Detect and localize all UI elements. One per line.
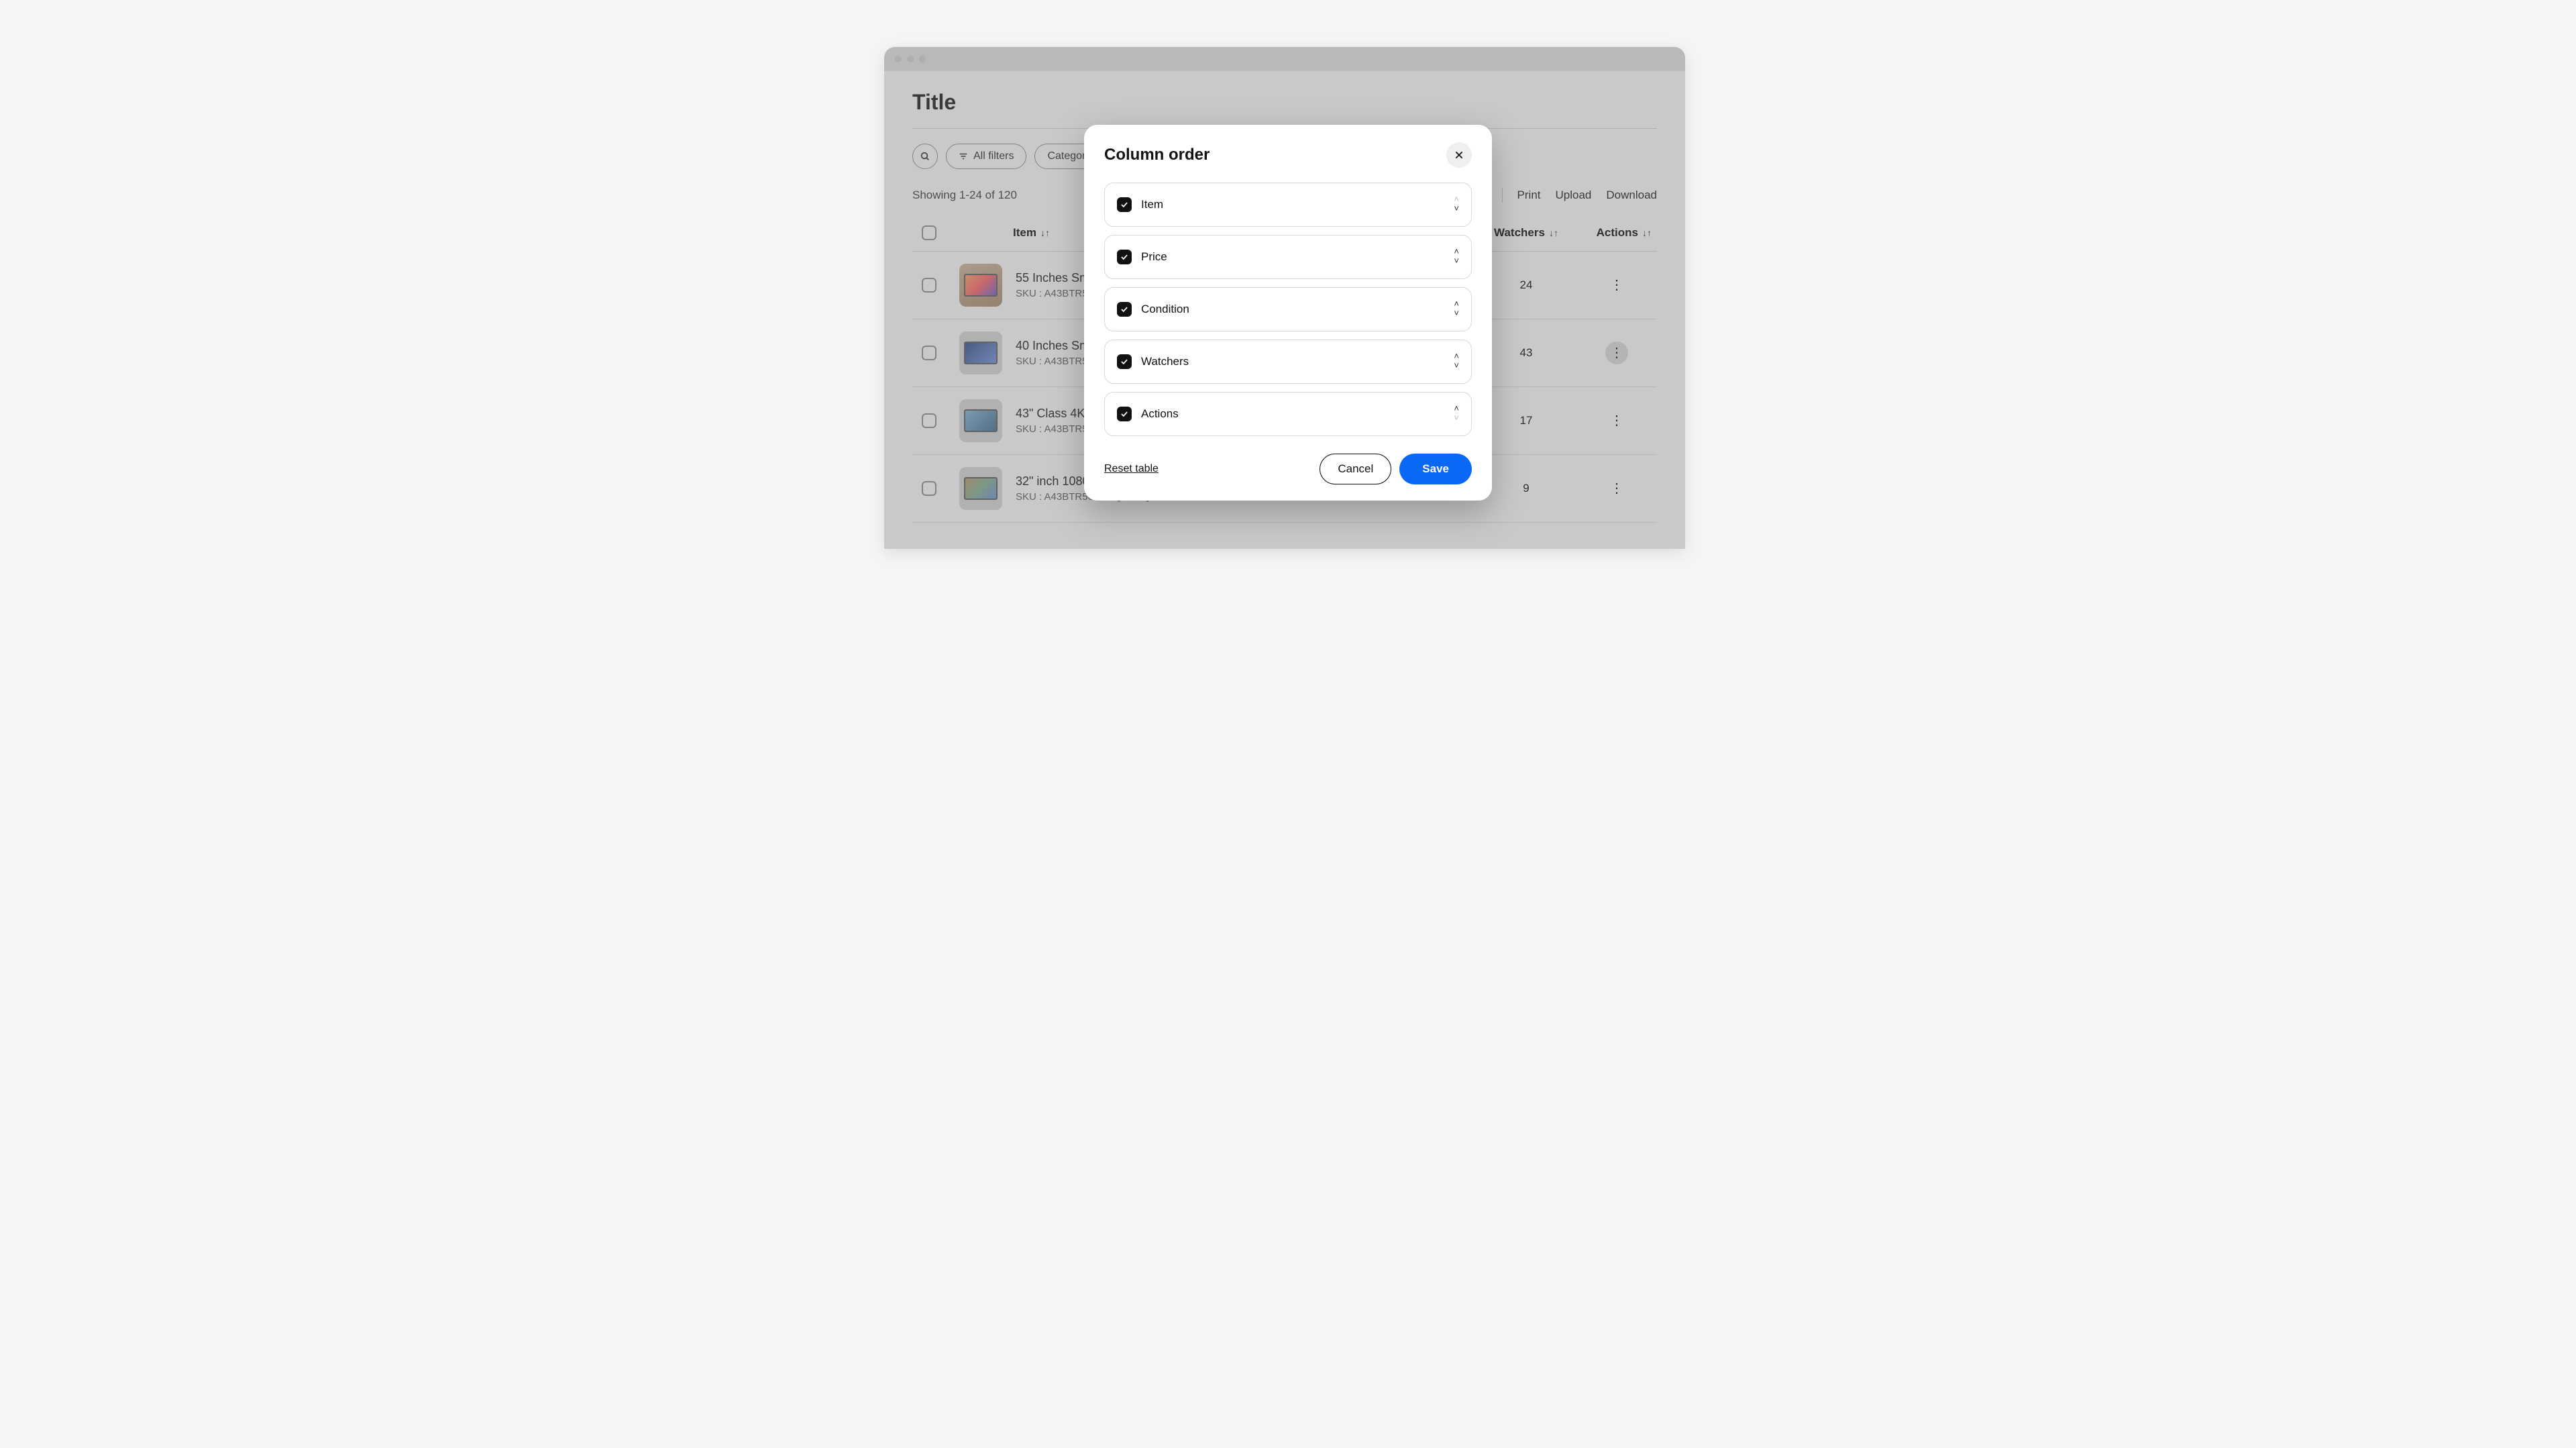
column-order-modal: Column order Item ˄ ˅ Price ˄ ˅ Conditio… [1084,125,1492,501]
modal-title: Column order [1104,146,1210,164]
check-icon [1120,409,1129,419]
column-checkbox[interactable] [1117,302,1132,317]
reset-table-link[interactable]: Reset table [1104,463,1159,475]
check-icon [1120,200,1129,209]
column-checkbox[interactable] [1117,354,1132,369]
column-order-item[interactable]: Watchers ˄ ˅ [1104,340,1472,384]
column-checkbox[interactable] [1117,197,1132,212]
reorder-controls: ˄ ˅ [1454,195,1459,214]
move-down-button[interactable]: ˅ [1454,309,1459,319]
modal-close-button[interactable] [1446,142,1472,168]
column-name-label: Price [1141,250,1444,264]
column-checkbox[interactable] [1117,407,1132,421]
column-checkbox[interactable] [1117,250,1132,264]
column-order-item[interactable]: Condition ˄ ˅ [1104,287,1472,331]
column-name-label: Item [1141,198,1444,211]
reorder-controls: ˄ ˅ [1454,248,1459,266]
column-name-label: Actions [1141,407,1444,421]
save-button[interactable]: Save [1399,454,1472,484]
column-order-item[interactable]: Price ˄ ˅ [1104,235,1472,279]
move-down-button[interactable]: ˅ [1454,205,1459,214]
check-icon [1120,357,1129,366]
reorder-controls: ˄ ˅ [1454,405,1459,423]
move-down-button[interactable]: ˅ [1454,362,1459,371]
move-down-button[interactable]: ˅ [1454,257,1459,266]
reorder-controls: ˄ ˅ [1454,352,1459,371]
column-name-label: Condition [1141,303,1444,316]
close-icon [1454,150,1464,160]
check-icon [1120,305,1129,314]
column-order-item[interactable]: Item ˄ ˅ [1104,183,1472,227]
reorder-controls: ˄ ˅ [1454,300,1459,319]
column-name-label: Watchers [1141,355,1444,368]
check-icon [1120,252,1129,262]
cancel-button[interactable]: Cancel [1320,454,1391,484]
move-down-button: ˅ [1454,414,1459,423]
column-order-item[interactable]: Actions ˄ ˅ [1104,392,1472,436]
